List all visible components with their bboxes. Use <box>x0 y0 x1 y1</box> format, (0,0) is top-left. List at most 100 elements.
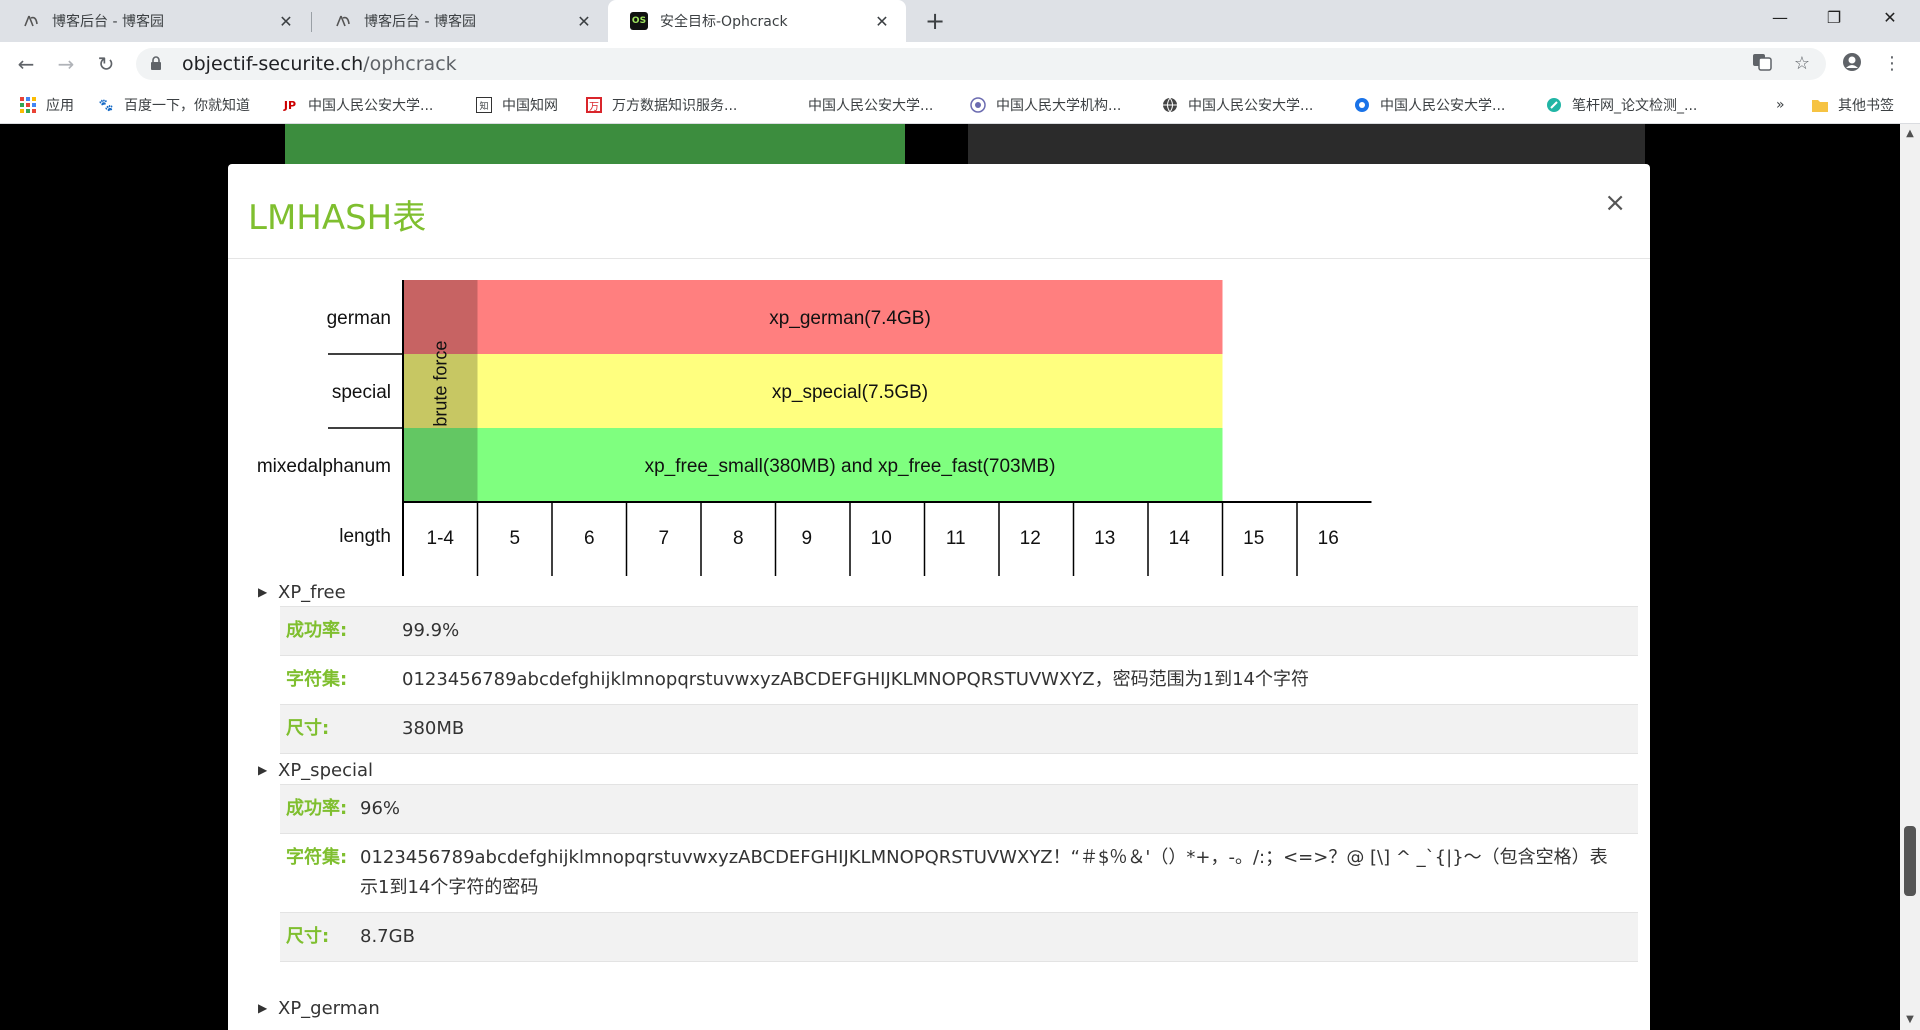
detail-row: 成功率: 96% <box>280 784 1638 833</box>
detail-key: 成功率: <box>286 620 348 641</box>
length-tick-label: 1-4 <box>427 528 455 549</box>
bookmark-wanfang[interactable]: 万 万方数据知识服务... <box>586 95 737 115</box>
bookmark-ppsuc-2[interactable]: 中国人民公安大学... <box>782 95 933 115</box>
detail-key: 字符集: <box>286 669 348 690</box>
length-tick-label: 15 <box>1243 528 1264 549</box>
close-icon[interactable]: ✕ <box>276 12 296 31</box>
modal-close-button[interactable]: × <box>1604 188 1626 218</box>
row-label: mixedalphanum <box>257 456 391 477</box>
tab-label: 博客后台 - 博客园 <box>364 14 476 30</box>
length-tick-label: 11 <box>946 528 966 549</box>
bookmark-ppsuc-4[interactable]: 中国人民公安大学... <box>1354 95 1505 115</box>
tab-strip: 博客后台 - 博客园 ✕ 博客后台 - 博客园 ✕ OS 安全目标-Ophcra… <box>0 0 1920 42</box>
browser-toolbar: ← → ↻ objectif-securite.ch/ophcrack ☆ ⋮ <box>0 42 1920 86</box>
detail-row: 成功率: 99.9% <box>280 606 1638 655</box>
ruc-emblem-icon <box>970 97 986 113</box>
background-image <box>285 124 905 166</box>
tab-ophcrack[interactable]: OS 安全目标-Ophcrack ✕ <box>608 0 906 42</box>
length-tick-label: 10 <box>871 528 892 549</box>
bookmark-apps[interactable]: 应用 <box>20 95 74 115</box>
reload-icon[interactable]: ↻ <box>92 50 120 78</box>
detail-key: 尺寸: <box>286 718 330 739</box>
detail-row: 尺寸: 8.7GB <box>280 912 1638 962</box>
bookmark-label: 中国人民公安大学... <box>808 98 934 114</box>
section-toggle[interactable]: ▶ XP_german <box>258 994 1638 1022</box>
close-icon[interactable]: ✕ <box>574 12 594 31</box>
page-scrollbar[interactable]: ▲ ▼ <box>1900 124 1920 1030</box>
bookmark-label: 中国人民公安大学... <box>1380 98 1506 114</box>
folder-icon <box>1812 97 1828 113</box>
back-icon[interactable]: ← <box>12 50 40 78</box>
cnblogs-icon <box>22 12 40 30</box>
scroll-down-icon[interactable]: ▼ <box>1900 1014 1920 1025</box>
modal-header: LMHASH表 × <box>228 164 1650 259</box>
row-label: german <box>327 308 391 329</box>
section-xp-german: ▶ XP_german <box>258 994 1638 1022</box>
apps-grid-icon <box>20 97 36 113</box>
scroll-up-icon[interactable]: ▲ <box>1900 128 1920 139</box>
table-band-label: xp_special(7.5GB) <box>772 382 928 403</box>
cnblogs-icon <box>334 12 352 30</box>
bookmark-label: 笔杆网_论文检测_... <box>1572 98 1698 114</box>
section-toggle[interactable]: ▶ XP_free <box>258 578 1638 606</box>
bookmarks-overflow-button[interactable]: » <box>1776 95 1785 115</box>
caret-right-icon: ▶ <box>258 1001 268 1015</box>
baidu-paw-icon: 🐾 <box>98 98 114 112</box>
length-tick-label: 8 <box>733 528 744 549</box>
bookmark-bigan[interactable]: 笔杆网_论文检测_... <box>1546 95 1697 115</box>
lmhash-coverage-chart: xp_german(7.4GB) german xp_special(7.5GB) s… <box>228 260 1650 590</box>
background-panel <box>968 124 1645 166</box>
bookmark-label: 万方数据知识服务... <box>612 98 738 114</box>
other-bookmarks[interactable]: 其他书签 <box>1812 95 1894 115</box>
bigan-icon <box>1546 97 1562 113</box>
address-bar[interactable]: objectif-securite.ch/ophcrack <box>136 48 1826 80</box>
length-tick-label: 9 <box>801 528 812 549</box>
lock-icon[interactable] <box>150 55 166 73</box>
length-tick-label: 13 <box>1094 528 1115 549</box>
caret-right-icon: ▶ <box>258 585 268 599</box>
close-icon[interactable]: ✕ <box>872 12 892 31</box>
table-band-label: xp_german(7.4GB) <box>769 308 931 329</box>
tab-cnblogs-2[interactable]: 博客后台 - 博客园 ✕ <box>312 0 608 42</box>
detail-value: 380MB <box>402 718 465 739</box>
minimize-button[interactable]: — <box>1752 0 1808 36</box>
length-tick-label: 5 <box>509 528 520 549</box>
bookmark-baidu[interactable]: 🐾 百度一下，你就知道 <box>98 95 250 115</box>
tab-cnblogs-1[interactable]: 博客后台 - 博客园 ✕ <box>0 0 310 42</box>
url-path: /ophcrack <box>363 53 457 75</box>
length-axis-label: length <box>339 526 391 547</box>
detail-value: 0123456789abcdefghijklmnopqrstuvwxyzABCD… <box>402 669 1309 690</box>
caret-right-icon: ▶ <box>258 763 268 777</box>
detail-value: 96% <box>360 798 401 819</box>
length-tick-label: 6 <box>584 528 595 549</box>
detail-value: 99.9% <box>402 620 460 641</box>
section-toggle[interactable]: ▶ XP_special <box>258 756 1638 784</box>
length-tick-label: 7 <box>658 528 669 549</box>
detail-value: 8.7GB <box>360 926 415 947</box>
length-tick-label: 12 <box>1020 528 1041 549</box>
bookmark-label: 中国人民大学机构... <box>996 98 1122 114</box>
profile-icon[interactable] <box>1840 52 1864 76</box>
length-tick-label: 16 <box>1318 528 1339 549</box>
detail-value: 0123456789abcdefghijklmnopqrstuvwxyzABCD… <box>360 847 1608 898</box>
section-title: XP_special <box>278 759 373 781</box>
tab-label: 博客后台 - 博客园 <box>52 14 164 30</box>
bookmark-star-icon[interactable]: ☆ <box>1790 52 1814 76</box>
bookmark-cnki[interactable]: 知 中国知网 <box>476 95 558 115</box>
bookmark-ppsuc-1[interactable]: JP 中国人民公安大学... <box>282 95 433 115</box>
bookmark-ruc[interactable]: 中国人民大学机构... <box>970 95 1121 115</box>
modal-title: LMHASH表 <box>248 198 427 238</box>
bookmark-label: 百度一下，你就知道 <box>124 98 250 114</box>
translate-icon[interactable] <box>1750 52 1774 76</box>
scrollbar-thumb[interactable] <box>1904 826 1916 896</box>
brute-force-label: brute force <box>430 341 450 427</box>
new-tab-button[interactable]: + <box>920 6 950 36</box>
forward-icon[interactable]: → <box>52 50 80 78</box>
bookmark-ppsuc-3[interactable]: 中国人民公安大学... <box>1162 95 1313 115</box>
menu-icon[interactable]: ⋮ <box>1880 52 1904 76</box>
bookmarks-bar: 应用 🐾 百度一下，你就知道 JP 中国人民公安大学... 知 中国知网 万 万… <box>0 86 1920 124</box>
restore-button[interactable]: ❐ <box>1806 0 1862 36</box>
bookmark-label: 中国知网 <box>502 98 558 114</box>
jp-logo-icon: JP <box>283 98 297 112</box>
window-close-button[interactable]: ✕ <box>1862 0 1918 36</box>
